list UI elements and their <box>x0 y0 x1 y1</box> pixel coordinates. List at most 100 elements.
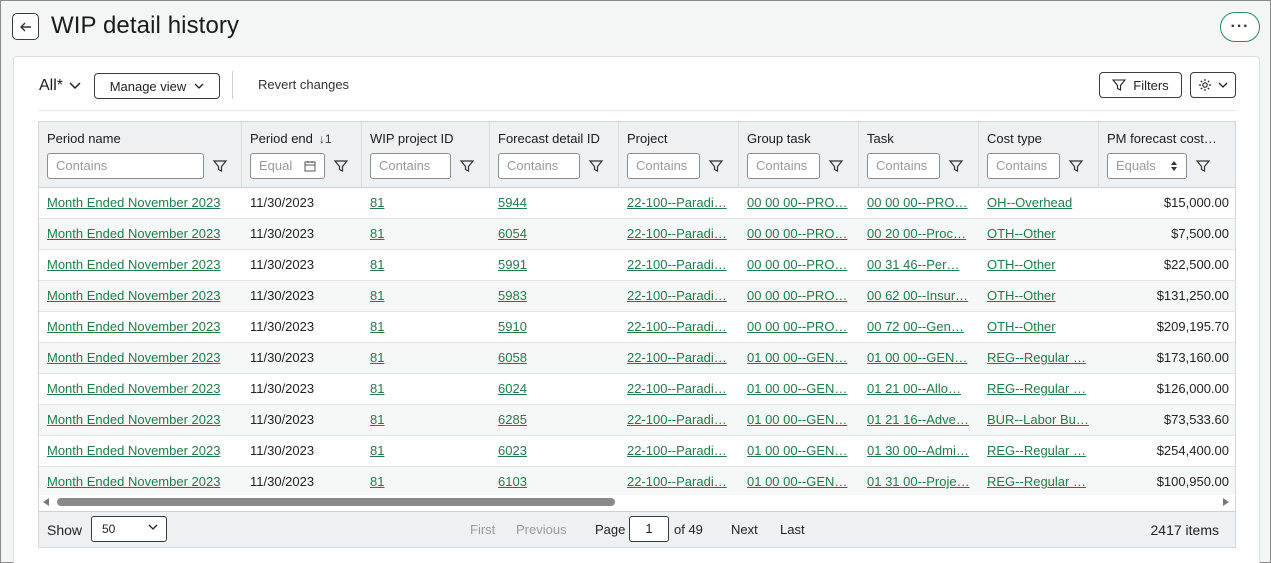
cell-project[interactable]: 22-100--Paradi… <box>627 281 731 311</box>
column-filter-input[interactable]: Contains <box>987 153 1060 179</box>
filter-icon[interactable] <box>588 158 604 174</box>
manage-view-button[interactable]: Manage view <box>94 73 220 99</box>
cell-task[interactable]: 01 31 00--Proje… <box>867 467 971 497</box>
cell-wip-project-id[interactable]: 81 <box>370 467 482 497</box>
table-row[interactable]: Month Ended November 2023 11/30/2023 81 605… <box>39 343 1235 374</box>
column-filter-input[interactable]: Contains <box>370 153 451 179</box>
column-filter-input[interactable]: Contains <box>867 153 940 179</box>
cell-period-name[interactable]: Month Ended November 2023 <box>47 343 234 373</box>
table-row[interactable]: Month Ended November 2023 11/30/2023 81 591… <box>39 312 1235 343</box>
cell-task[interactable]: 00 31 46--Per… <box>867 250 971 280</box>
cell-period-name[interactable]: Month Ended November 2023 <box>47 281 234 311</box>
cell-forecast-detail-id[interactable]: 6023 <box>498 436 611 466</box>
cell-forecast-detail-id[interactable]: 6054 <box>498 219 611 249</box>
cell-project[interactable]: 22-100--Paradi… <box>627 374 731 404</box>
cell-group-task[interactable]: 01 00 00--GEN… <box>747 343 851 373</box>
column-filter-input[interactable]: Contains <box>627 153 700 179</box>
cell-forecast-detail-id[interactable]: 6058 <box>498 343 611 373</box>
cell-cost-type[interactable]: REG--Regular … <box>987 436 1091 466</box>
last-page-button[interactable]: Last <box>780 522 805 537</box>
cell-cost-type[interactable]: OTH--Other <box>987 281 1091 311</box>
cell-period-name[interactable]: Month Ended November 2023 <box>47 250 234 280</box>
column-header-period-name[interactable]: Period name Contains <box>39 122 242 188</box>
filter-icon[interactable] <box>459 158 475 174</box>
cell-period-name[interactable]: Month Ended November 2023 <box>47 467 234 497</box>
cell-group-task[interactable]: 01 00 00--GEN… <box>747 374 851 404</box>
cell-project[interactable]: 22-100--Paradi… <box>627 343 731 373</box>
revert-changes-link[interactable]: Revert changes <box>258 77 349 92</box>
filter-icon[interactable] <box>212 158 228 174</box>
scrollbar-thumb[interactable] <box>57 498 615 506</box>
column-header-task[interactable]: Task Contains <box>859 122 979 188</box>
table-row[interactable]: Month Ended November 2023 11/30/2023 81 594… <box>39 188 1235 219</box>
previous-page-button[interactable]: Previous <box>516 522 567 537</box>
filter-icon[interactable] <box>948 158 964 174</box>
horizontal-scrollbar[interactable] <box>39 495 1235 509</box>
cell-cost-type[interactable]: BUR--Labor Bu… <box>987 405 1091 435</box>
cell-wip-project-id[interactable]: 81 <box>370 405 482 435</box>
cell-wip-project-id[interactable]: 81 <box>370 188 482 218</box>
cell-project[interactable]: 22-100--Paradi… <box>627 467 731 497</box>
cell-group-task[interactable]: 00 00 00--PRO… <box>747 312 851 342</box>
cell-project[interactable]: 22-100--Paradi… <box>627 405 731 435</box>
cell-period-name[interactable]: Month Ended November 2023 <box>47 219 234 249</box>
cell-task[interactable]: 00 72 00--Gen… <box>867 312 971 342</box>
table-row[interactable]: Month Ended November 2023 11/30/2023 81 598… <box>39 281 1235 312</box>
cell-task[interactable]: 01 21 16--Adve… <box>867 405 971 435</box>
column-header-cost-type[interactable]: Cost type Contains <box>979 122 1099 188</box>
filter-icon[interactable] <box>708 158 724 174</box>
sort-indicator[interactable]: ↓1 <box>319 132 332 146</box>
stepper-icon[interactable] <box>1170 160 1178 172</box>
cell-project[interactable]: 22-100--Paradi… <box>627 312 731 342</box>
cell-period-name[interactable]: Month Ended November 2023 <box>47 436 234 466</box>
column-filter-input[interactable]: Equal <box>250 153 325 179</box>
cell-cost-type[interactable]: OTH--Other <box>987 250 1091 280</box>
cell-forecast-detail-id[interactable]: 5944 <box>498 188 611 218</box>
cell-wip-project-id[interactable]: 81 <box>370 343 482 373</box>
cell-task[interactable]: 01 21 00--Allo… <box>867 374 971 404</box>
cell-project[interactable]: 22-100--Paradi… <box>627 436 731 466</box>
cell-cost-type[interactable]: REG--Regular … <box>987 374 1091 404</box>
cell-task[interactable]: 00 62 00--Insur… <box>867 281 971 311</box>
cell-wip-project-id[interactable]: 81 <box>370 250 482 280</box>
column-filter-input[interactable]: Contains <box>47 153 204 179</box>
cell-period-name[interactable]: Month Ended November 2023 <box>47 374 234 404</box>
calendar-icon[interactable] <box>304 160 316 172</box>
cell-forecast-detail-id[interactable]: 6024 <box>498 374 611 404</box>
next-page-button[interactable]: Next <box>731 522 758 537</box>
table-row[interactable]: Month Ended November 2023 11/30/2023 81 605… <box>39 219 1235 250</box>
scroll-right-icon[interactable] <box>1223 498 1229 506</box>
cell-project[interactable]: 22-100--Paradi… <box>627 250 731 280</box>
cell-wip-project-id[interactable]: 81 <box>370 312 482 342</box>
cell-task[interactable]: 00 20 00--Proc… <box>867 219 971 249</box>
cell-group-task[interactable]: 01 00 00--GEN… <box>747 405 851 435</box>
cell-cost-type[interactable]: REG--Regular … <box>987 467 1091 497</box>
filter-icon[interactable] <box>828 158 844 174</box>
column-header-wip-project-id[interactable]: WIP project ID Contains <box>362 122 490 188</box>
cell-forecast-detail-id[interactable]: 5983 <box>498 281 611 311</box>
current-page-input[interactable]: 1 <box>629 516 669 542</box>
cell-project[interactable]: 22-100--Paradi… <box>627 188 731 218</box>
table-row[interactable]: Month Ended November 2023 11/30/2023 81 599… <box>39 250 1235 281</box>
table-row[interactable]: Month Ended November 2023 11/30/2023 81 610… <box>39 467 1235 498</box>
settings-button[interactable] <box>1190 72 1236 98</box>
column-header-group-task[interactable]: Group task Contains <box>739 122 859 188</box>
cell-task[interactable]: 01 00 00--GEN… <box>867 343 971 373</box>
column-header-project[interactable]: Project Contains <box>619 122 739 188</box>
cell-wip-project-id[interactable]: 81 <box>370 374 482 404</box>
cell-cost-type[interactable]: OH--Overhead <box>987 188 1091 218</box>
cell-wip-project-id[interactable]: 81 <box>370 281 482 311</box>
cell-project[interactable]: 22-100--Paradi… <box>627 219 731 249</box>
cell-forecast-detail-id[interactable]: 6285 <box>498 405 611 435</box>
column-filter-input[interactable]: Contains <box>498 153 580 179</box>
column-filter-input[interactable]: Equals <box>1107 153 1187 179</box>
cell-period-name[interactable]: Month Ended November 2023 <box>47 405 234 435</box>
back-button[interactable] <box>12 13 39 40</box>
cell-period-name[interactable]: Month Ended November 2023 <box>47 312 234 342</box>
cell-forecast-detail-id[interactable]: 5991 <box>498 250 611 280</box>
more-actions-button[interactable]: ··· <box>1220 12 1260 42</box>
filter-icon[interactable] <box>333 158 349 174</box>
filter-icon[interactable] <box>1195 158 1211 174</box>
cell-forecast-detail-id[interactable]: 6103 <box>498 467 611 497</box>
scroll-left-icon[interactable] <box>43 498 49 506</box>
